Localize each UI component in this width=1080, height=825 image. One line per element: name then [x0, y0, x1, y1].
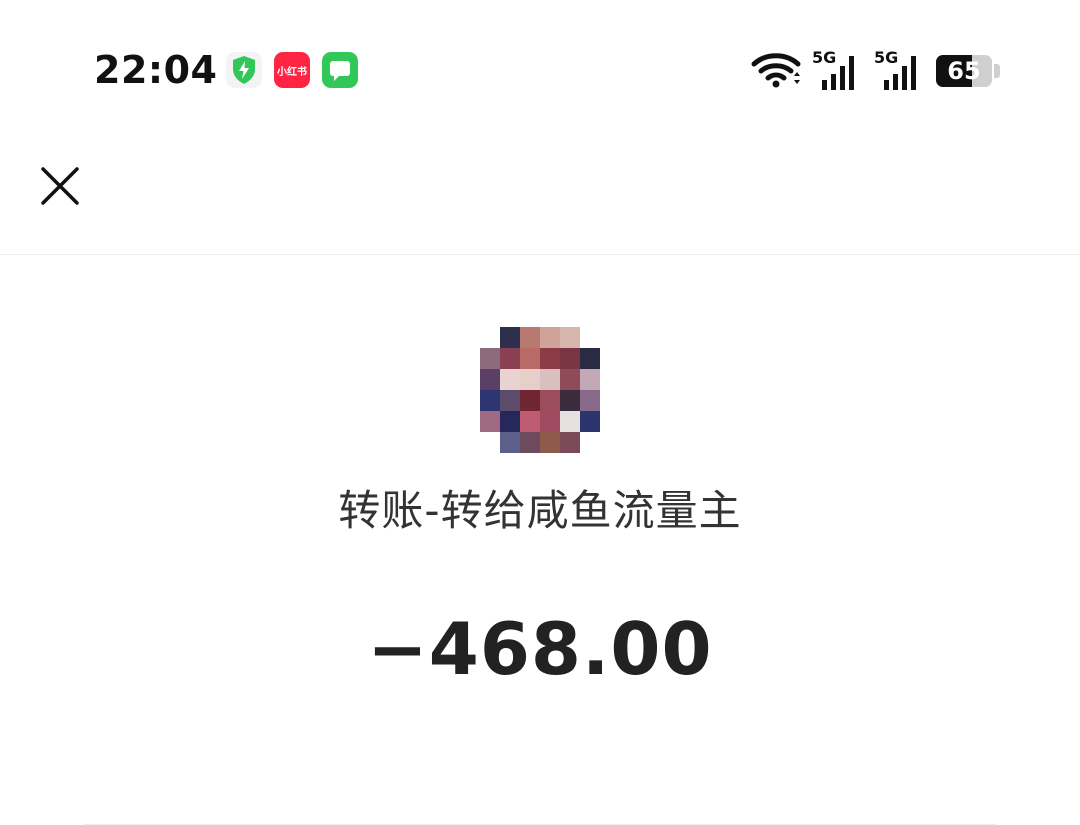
- transfer-title: 转账-转给咸鱼流量主: [338, 486, 742, 535]
- signal-bars-icon: [822, 56, 854, 90]
- avatar-mosaic-cell: [540, 411, 560, 432]
- top-nav: [0, 130, 1080, 255]
- avatar-mosaic-cell: [580, 432, 600, 453]
- transfer-amount: −468.00: [367, 607, 713, 691]
- avatar-mosaic-cell: [560, 390, 580, 411]
- battery-percent: 65: [947, 57, 981, 85]
- battery-indicator: 65: [936, 52, 1002, 88]
- blurred-avatar: [480, 327, 600, 453]
- signal-bars-icon: [884, 56, 916, 90]
- avatar-mosaic-cell: [480, 369, 500, 390]
- avatar-mosaic-cell: [540, 327, 560, 348]
- avatar-mosaic-cell: [480, 348, 500, 369]
- avatar-mosaic-cell: [560, 411, 580, 432]
- avatar-mosaic-cell: [500, 348, 520, 369]
- avatar-mosaic-cell: [540, 348, 560, 369]
- avatar-mosaic-cell: [480, 390, 500, 411]
- avatar-mosaic-cell: [520, 411, 540, 432]
- message-icon: [322, 52, 358, 88]
- avatar-mosaic-cell: [520, 369, 540, 390]
- avatar-mosaic-cell: [520, 327, 540, 348]
- avatar-mosaic-cell: [540, 369, 560, 390]
- wifi-icon: [751, 53, 801, 88]
- avatar-mosaic-cell: [480, 411, 500, 432]
- avatar-mosaic-cell: [500, 411, 520, 432]
- avatar-mosaic-cell: [520, 348, 540, 369]
- avatar-mosaic-cell: [560, 432, 580, 453]
- avatar-mosaic-cell: [520, 390, 540, 411]
- avatar-mosaic-cell: [560, 327, 580, 348]
- avatar-mosaic-cell: [520, 432, 540, 453]
- battery-tip: [994, 64, 1000, 78]
- avatar-mosaic-cell: [580, 390, 600, 411]
- avatar-mosaic-cell: [500, 369, 520, 390]
- avatar-mosaic-cell: [500, 327, 520, 348]
- avatar-mosaic-cell: [480, 432, 500, 453]
- avatar-mosaic-cell: [580, 327, 600, 348]
- shield-icon: [226, 52, 262, 88]
- avatar-mosaic-cell: [540, 390, 560, 411]
- avatar-mosaic-cell: [480, 327, 500, 348]
- avatar-mosaic-cell: [580, 369, 600, 390]
- avatar-mosaic-cell: [560, 369, 580, 390]
- status-right-indicators: 5G 5G 65: [750, 48, 1002, 92]
- xiaohongshu-icon: 小红书: [274, 52, 310, 88]
- avatar-mosaic-cell: [580, 348, 600, 369]
- avatar-mosaic-cell: [580, 411, 600, 432]
- transfer-detail: 转账-转给咸鱼流量主 −468.00: [0, 255, 1080, 825]
- xiaohongshu-icon-label: 小红书: [277, 66, 307, 78]
- cellular-signal-2: 5G: [874, 48, 926, 92]
- avatar-mosaic-cell: [500, 390, 520, 411]
- close-button[interactable]: [36, 162, 84, 210]
- status-bar: 22:04 小红书 5G 5G 65: [0, 0, 1080, 130]
- status-time: 22:04: [94, 48, 218, 92]
- cellular-signal-1: 5G: [812, 48, 864, 92]
- avatar-mosaic-cell: [560, 348, 580, 369]
- avatar-mosaic-cell: [540, 432, 560, 453]
- avatar-mosaic-cell: [500, 432, 520, 453]
- close-icon: [41, 167, 79, 205]
